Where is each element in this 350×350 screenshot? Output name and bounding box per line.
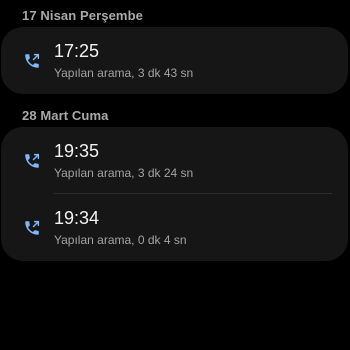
date-header: 28 Mart Cuma bbox=[22, 108, 109, 123]
call-time: 19:34 bbox=[54, 208, 100, 228]
call-detail: Yapılan arama, 3 dk 43 sn bbox=[54, 66, 194, 80]
outgoing-call-icon bbox=[25, 153, 40, 168]
call-detail: Yapılan arama, 0 dk 4 sn bbox=[54, 233, 187, 247]
call-time: 17:25 bbox=[54, 41, 100, 61]
call-group-card: 19:35 Yapılan arama, 3 dk 24 sn 19:34 Ya… bbox=[1, 127, 348, 261]
outgoing-call-icon bbox=[25, 220, 40, 235]
call-history-screen: 17 Nisan Perşembe 17:25 Yapılan arama, 3… bbox=[0, 0, 350, 350]
call-log-item[interactable]: 19:35 Yapılan arama, 3 dk 24 sn bbox=[1, 127, 348, 194]
date-header: 17 Nisan Perşembe bbox=[22, 8, 143, 23]
call-detail: Yapılan arama, 3 dk 24 sn bbox=[54, 166, 194, 180]
call-log-item[interactable]: 19:34 Yapılan arama, 0 dk 4 sn bbox=[1, 194, 348, 261]
outgoing-call-icon bbox=[25, 53, 40, 68]
call-group-card: 17:25 Yapılan arama, 3 dk 43 sn bbox=[1, 27, 348, 94]
call-log-item[interactable]: 17:25 Yapılan arama, 3 dk 43 sn bbox=[1, 27, 348, 94]
call-time: 19:35 bbox=[54, 141, 100, 161]
